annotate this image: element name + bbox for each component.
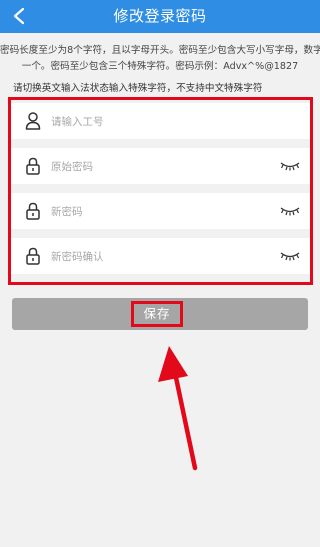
input-method-tip: 请切换英文输入法状态输入特殊字符，不支持中文特殊字符	[13, 83, 263, 94]
old-password-input[interactable]	[49, 155, 273, 179]
eye-closed-icon[interactable]	[280, 205, 300, 217]
new-password-row	[11, 193, 310, 229]
lock-icon	[26, 247, 40, 265]
confirm-password-input[interactable]	[49, 245, 273, 269]
app-header: 修改登录密码	[0, 0, 320, 33]
lock-icon	[26, 157, 40, 175]
eye-closed-icon[interactable]	[280, 250, 300, 262]
eye-closed-icon[interactable]	[280, 160, 300, 172]
old-password-row	[11, 148, 310, 184]
lock-icon	[26, 202, 40, 220]
new-password-input[interactable]	[49, 200, 273, 224]
password-rules-line-1: 密码长度至少为8个字符，且以字母开头。密码至少包含大写小写字母，数字各	[0, 45, 320, 56]
employee-id-row	[11, 103, 310, 139]
password-form	[8, 97, 313, 285]
confirm-password-row	[11, 238, 310, 274]
password-rules-line-2: 一个。密码至少包含三个特殊字符。密码示例：Advx^%@1827	[21, 61, 299, 72]
page-title: 修改登录密码	[113, 7, 207, 25]
password-rules: 密码长度至少为8个字符，且以字母开头。密码至少包含大写小写字母，数字各 一个。密…	[0, 43, 320, 75]
user-icon	[25, 112, 41, 130]
save-button-label[interactable]: 保存	[131, 301, 183, 327]
employee-id-input[interactable]	[49, 110, 273, 134]
annotation-arrow-icon	[158, 346, 198, 471]
